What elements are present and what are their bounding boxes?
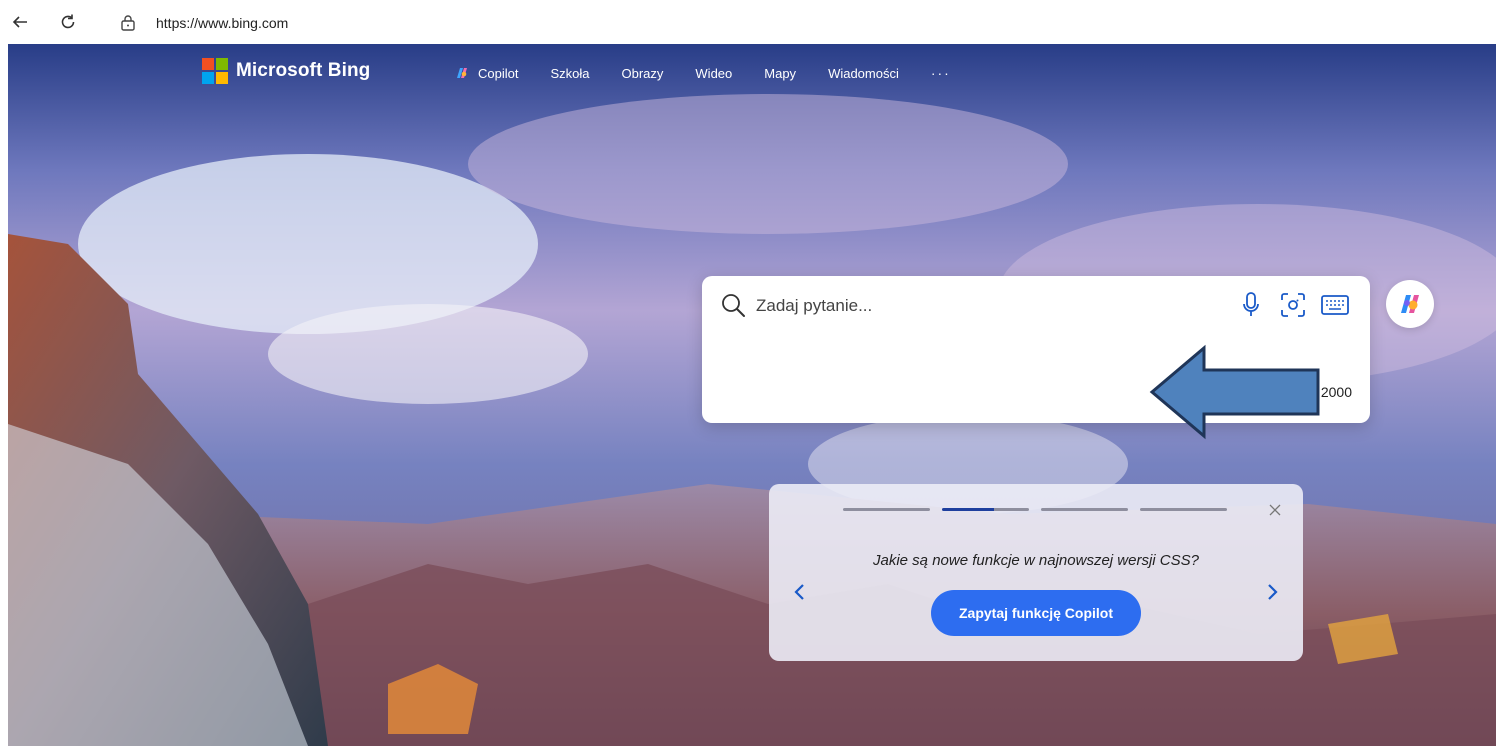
search-input[interactable] bbox=[754, 288, 1228, 324]
carousel-indicator[interactable] bbox=[843, 508, 930, 511]
copilot-button[interactable] bbox=[1386, 280, 1434, 328]
reload-icon[interactable] bbox=[56, 10, 80, 34]
nav-szkola[interactable]: Szkoła bbox=[550, 66, 589, 81]
close-icon[interactable] bbox=[1263, 498, 1287, 522]
chevron-right-icon[interactable] bbox=[1261, 580, 1285, 604]
visual-search-icon[interactable] bbox=[1278, 290, 1308, 320]
nav-mapy[interactable]: Mapy bbox=[764, 66, 796, 81]
nav-wiadomosci[interactable]: Wiadomości bbox=[828, 66, 899, 81]
address-bar[interactable]: https://www.bing.com bbox=[104, 6, 896, 40]
carousel-indicator[interactable] bbox=[1140, 508, 1227, 511]
brand-name: Microsoft Bing bbox=[236, 60, 371, 81]
lock-icon[interactable] bbox=[120, 14, 138, 32]
ask-copilot-button[interactable]: Zapytaj funkcję Copilot bbox=[931, 590, 1141, 636]
keyboard-icon[interactable] bbox=[1320, 290, 1350, 320]
nav-obrazy[interactable]: Obrazy bbox=[622, 66, 664, 81]
copilot-icon bbox=[457, 68, 467, 78]
copilot-logo-icon bbox=[1401, 295, 1419, 313]
main-nav: Copilot Szkoła Obrazy Wideo Mapy Wiadomo… bbox=[454, 65, 951, 81]
back-arrow-icon[interactable] bbox=[8, 10, 32, 34]
bing-header: Microsoft Bing Copilot Szkoła Obrazy Wid… bbox=[8, 44, 1496, 104]
chevron-left-icon[interactable] bbox=[787, 580, 811, 604]
carousel-indicator[interactable] bbox=[1041, 508, 1128, 511]
more-menu-button[interactable]: ··· bbox=[931, 65, 951, 81]
bing-logo[interactable]: Microsoft Bing bbox=[202, 58, 370, 84]
nav-copilot-label: Copilot bbox=[478, 65, 519, 81]
suggestion-question: Jakie są nowe funkcje w najnowszej wersj… bbox=[873, 552, 1199, 569]
carousel-indicators bbox=[843, 508, 1239, 511]
annotation-arrow bbox=[1149, 344, 1320, 440]
nav-copilot[interactable]: Copilot bbox=[454, 65, 518, 81]
copilot-suggestion-card: Jakie są nowe funkcje w najnowszej wersj… bbox=[769, 484, 1303, 661]
nav-wideo[interactable]: Wideo bbox=[695, 66, 732, 81]
carousel-indicator-active[interactable] bbox=[942, 508, 1029, 511]
bing-homepage: Microsoft Bing Copilot Szkoła Obrazy Wid… bbox=[8, 44, 1496, 746]
browser-toolbar: https://www.bing.com bbox=[0, 0, 1496, 44]
microphone-icon[interactable] bbox=[1236, 290, 1266, 320]
microsoft-logo-icon bbox=[202, 58, 228, 84]
url-text: https://www.bing.com bbox=[156, 15, 289, 31]
character-counter: 2000 bbox=[1320, 384, 1352, 400]
search-icon[interactable] bbox=[720, 292, 746, 318]
